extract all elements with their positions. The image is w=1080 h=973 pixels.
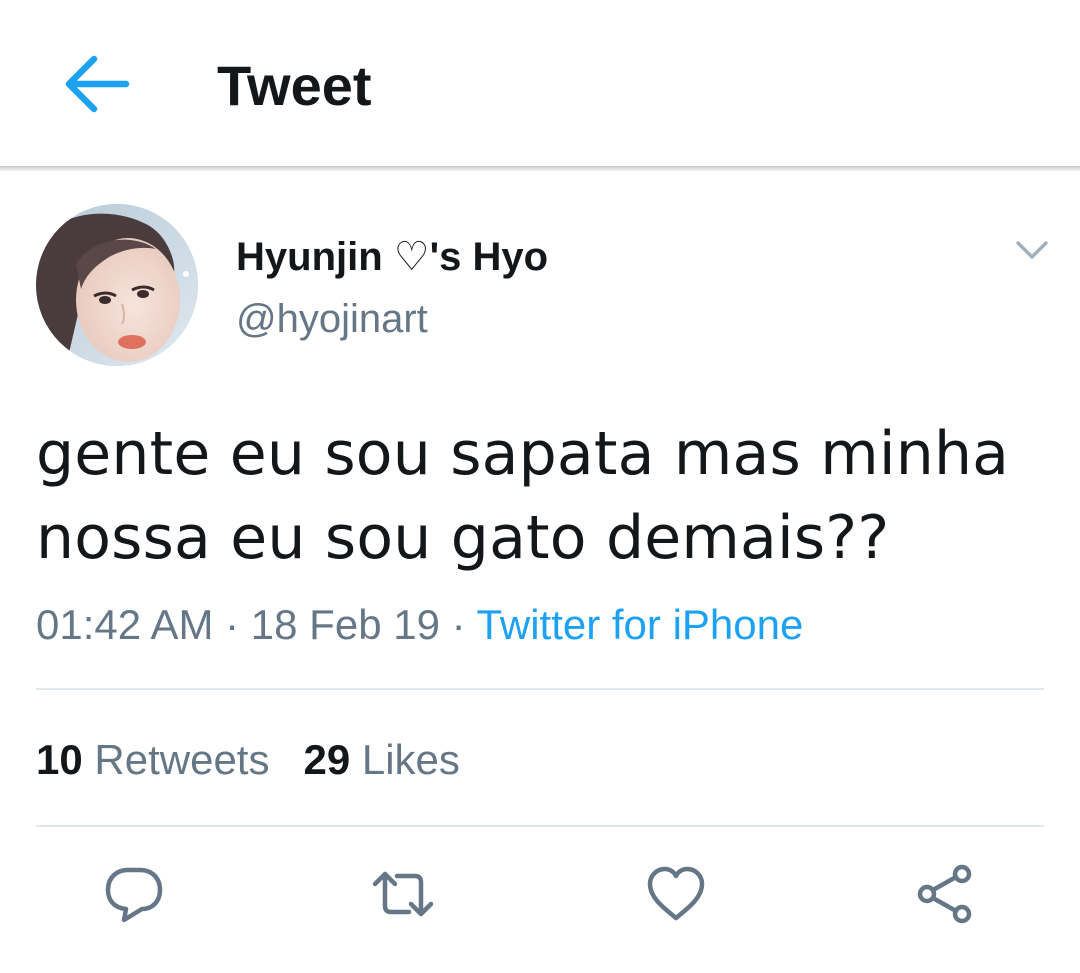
tweet-detail-screen: Tweet Hyunjin ♡'s Hyo @hyojinart gente e… bbox=[0, 0, 1080, 973]
profile-photo bbox=[36, 204, 198, 366]
tweet-meta: 01:42 AM · 18 Feb 19 · Twitter for iPhon… bbox=[36, 598, 803, 652]
reply-icon bbox=[105, 867, 163, 923]
tweet-options-button[interactable] bbox=[1010, 230, 1054, 270]
share-icon bbox=[917, 864, 972, 924]
tweet-text-line: nossa eu sou gato demais?? bbox=[36, 503, 890, 573]
avatar[interactable] bbox=[36, 204, 198, 366]
tweet-text-line: gente eu sou sapata mas minha bbox=[36, 419, 1010, 489]
divider bbox=[36, 825, 1044, 827]
back-button[interactable] bbox=[60, 50, 132, 118]
tweet-source-link[interactable]: Twitter for iPhone bbox=[477, 601, 804, 648]
meta-separator: · bbox=[213, 601, 251, 648]
divider bbox=[36, 688, 1044, 690]
tweet-time: 01:42 AM bbox=[36, 601, 214, 648]
author-display-name[interactable]: Hyunjin ♡'s Hyo bbox=[236, 232, 548, 282]
retweets-count: 10 bbox=[36, 736, 83, 783]
tweet-text: gente eu sou sapata mas minha nossa eu s… bbox=[36, 412, 1046, 580]
retweets-label: Retweets bbox=[94, 736, 270, 783]
likes-count: 29 bbox=[303, 736, 351, 783]
tweet-stats: 10 Retweets 29 Likes bbox=[36, 733, 460, 787]
likes-stat[interactable]: 29 Likes bbox=[303, 733, 459, 787]
like-button[interactable] bbox=[644, 862, 708, 926]
likes-label: Likes bbox=[361, 736, 460, 783]
top-bar-shadow bbox=[0, 166, 1080, 171]
arrow-left-icon bbox=[65, 55, 130, 113]
retweets-stat[interactable]: 10 Retweets bbox=[36, 733, 269, 787]
retweet-button[interactable] bbox=[371, 862, 435, 926]
reply-button[interactable] bbox=[102, 862, 166, 926]
heart-icon bbox=[647, 866, 705, 921]
share-button[interactable] bbox=[913, 862, 977, 926]
page-title: Tweet bbox=[217, 54, 372, 117]
author-username[interactable]: @hyojinart bbox=[236, 294, 428, 344]
chevron-down-icon bbox=[1016, 241, 1048, 259]
meta-separator: · bbox=[439, 601, 477, 648]
top-app-bar: Tweet bbox=[0, 0, 1080, 166]
tweet-date: 18 Feb 19 bbox=[250, 601, 440, 648]
retweet-icon bbox=[372, 871, 434, 917]
